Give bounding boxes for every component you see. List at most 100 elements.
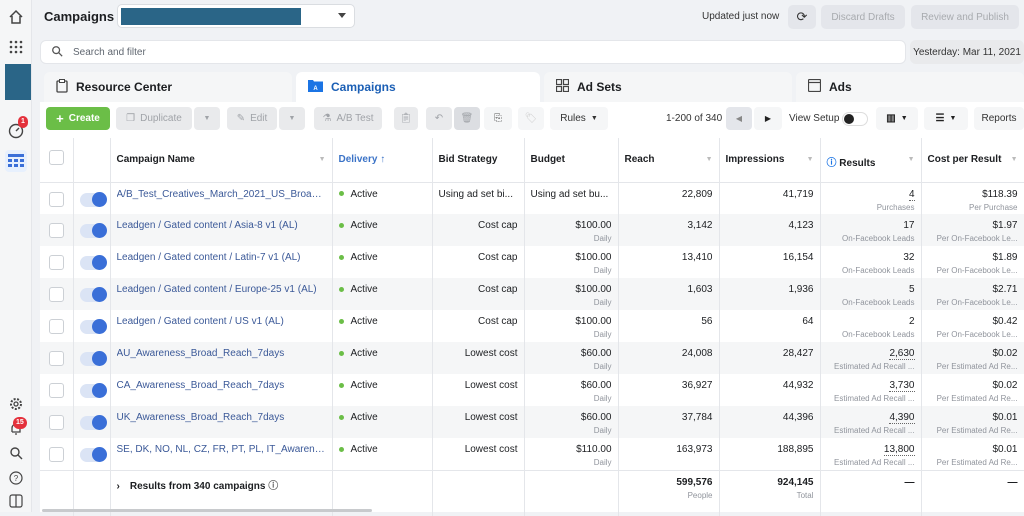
- row-toggle-cell[interactable]: [73, 214, 111, 246]
- tab-campaigns[interactable]: A Campaigns: [296, 72, 540, 102]
- tab-resource-center[interactable]: Resource Center: [44, 72, 292, 102]
- row-checkbox[interactable]: [48, 287, 64, 302]
- campaign-on-off-toggle[interactable]: [79, 415, 107, 430]
- row-select[interactable]: [40, 438, 74, 470]
- columns-button[interactable]: ▥ ▼: [876, 107, 918, 130]
- row-checkbox[interactable]: [48, 191, 64, 207]
- campaign-name-link[interactable]: Leadgen / Gated content / Latin-7 v1 (AL…: [117, 252, 326, 263]
- select-all[interactable]: [40, 138, 74, 183]
- select-all-checkbox[interactable]: [48, 150, 64, 165]
- campaign-name-link[interactable]: SE, DK, NO, NL, CZ, FR, PT, PL, IT_Aware…: [117, 444, 326, 455]
- row-select[interactable]: [40, 214, 74, 246]
- row-select[interactable]: [40, 342, 74, 374]
- campaign-name-link[interactable]: UK_Awareness_Broad_Reach_7days: [117, 412, 326, 423]
- total-reach-sub: People: [687, 490, 713, 500]
- campaign-on-off-toggle[interactable]: [79, 255, 107, 270]
- search-filter-bar[interactable]: Search and filter: [40, 40, 906, 64]
- col-reach[interactable]: Reach ▼: [618, 138, 720, 183]
- edit-button[interactable]: ✎ Edit: [227, 107, 277, 130]
- row-toggle-cell[interactable]: [73, 310, 111, 342]
- row-checkbox[interactable]: [48, 415, 64, 430]
- row-checkbox[interactable]: [48, 255, 64, 270]
- home-icon[interactable]: [5, 6, 27, 28]
- campaign-name-link[interactable]: Leadgen / Gated content / US v1 (AL): [117, 316, 326, 327]
- table-row: Leadgen / Gated content / Latin-7 v1 (AL…: [40, 246, 1024, 278]
- row-toggle-cell[interactable]: [73, 342, 111, 374]
- cost-per-result-type: Per On-Facebook Le...: [936, 266, 1018, 275]
- tab-ads[interactable]: Ads: [796, 72, 1024, 102]
- view-setup-toggle[interactable]: [842, 112, 868, 126]
- breakdown-button[interactable]: ☰ ▼: [924, 107, 968, 130]
- reports-button[interactable]: Reports: [974, 107, 1024, 130]
- row-checkbox[interactable]: [48, 447, 64, 462]
- campaign-name-link[interactable]: CA_Awareness_Broad_Reach_7days: [117, 380, 326, 391]
- row-select[interactable]: [40, 374, 74, 406]
- duplicate-dropdown[interactable]: ▼: [194, 107, 220, 130]
- row-select[interactable]: [40, 182, 74, 214]
- campaign-name-link[interactable]: AU_Awareness_Broad_Reach_7days: [117, 348, 326, 359]
- row-checkbox[interactable]: [48, 351, 64, 366]
- row-select[interactable]: [40, 246, 74, 278]
- campaigns-table-icon[interactable]: [5, 150, 27, 172]
- row-toggle-cell[interactable]: [73, 374, 111, 406]
- date-range-picker[interactable]: Yesterday: Mar 11, 2021: [910, 40, 1024, 64]
- campaign-on-off-toggle[interactable]: [79, 383, 107, 398]
- col-delivery[interactable]: Delivery ↑: [332, 138, 433, 183]
- row-toggle-cell[interactable]: [73, 246, 111, 278]
- edit-dropdown[interactable]: ▼: [279, 107, 305, 130]
- campaign-on-off-toggle[interactable]: [79, 223, 107, 238]
- panel-toggle-icon[interactable]: [5, 490, 27, 512]
- results-summary-label: Results from 340 campaigns: [129, 480, 266, 492]
- review-publish-button[interactable]: Review and Publish: [911, 5, 1019, 29]
- duplicate-button[interactable]: ❐ Duplicate: [116, 107, 192, 130]
- ab-test-button[interactable]: ⚗ A/B Test: [314, 107, 382, 130]
- budget-period: Daily: [593, 298, 612, 307]
- apps-grid-icon[interactable]: [5, 36, 27, 58]
- row-toggle-cell[interactable]: [73, 182, 111, 214]
- search-icon[interactable]: [5, 442, 27, 464]
- results-value: 4,390: [889, 412, 915, 424]
- col-results[interactable]: ⓘ Results ▼: [820, 138, 922, 183]
- row-toggle-cell[interactable]: [73, 438, 111, 470]
- create-button[interactable]: + Create: [46, 107, 110, 130]
- tab-ad-sets[interactable]: Ad Sets: [544, 72, 792, 102]
- account-selector[interactable]: [117, 4, 355, 28]
- row-checkbox[interactable]: [48, 383, 64, 398]
- next-page-button[interactable]: ▶: [754, 107, 782, 130]
- delete-button[interactable]: 🗑︎: [454, 107, 480, 130]
- account-avatar[interactable]: [5, 64, 31, 100]
- row-toggle-cell[interactable]: [73, 406, 111, 438]
- col-impressions[interactable]: Impressions ▼: [719, 138, 821, 183]
- preview-button[interactable]: ⎘: [484, 107, 512, 130]
- search-input[interactable]: Search and filter: [73, 47, 146, 58]
- campaign-on-off-toggle[interactable]: [79, 351, 107, 366]
- col-cost-per-result[interactable]: Cost per Result ▼: [921, 138, 1024, 183]
- col-budget[interactable]: Budget: [524, 138, 619, 183]
- tag-button[interactable]: 🏷︎: [518, 107, 544, 130]
- row-select[interactable]: [40, 310, 74, 342]
- prev-page-button[interactable]: ◀: [726, 107, 752, 130]
- campaign-on-off-toggle[interactable]: [79, 447, 107, 462]
- row-checkbox[interactable]: [48, 223, 64, 238]
- campaign-on-off-toggle[interactable]: [79, 319, 107, 334]
- settings-gear-icon[interactable]: [5, 393, 27, 415]
- col-campaign-name[interactable]: Campaign Name ▼: [110, 138, 333, 183]
- impressions-value: 44,932: [719, 374, 821, 406]
- rules-label: Rules: [560, 113, 586, 124]
- campaign-name-link[interactable]: A/B_Test_Creatives_March_2021_US_Broad_.…: [117, 189, 326, 200]
- discard-drafts-button[interactable]: Discard Drafts: [821, 5, 905, 29]
- campaign-on-off-toggle[interactable]: [79, 287, 107, 302]
- col-bid-strategy[interactable]: Bid Strategy: [432, 138, 525, 183]
- rules-button[interactable]: Rules ▼: [550, 107, 608, 130]
- help-icon[interactable]: ?: [5, 467, 27, 489]
- campaign-name-link[interactable]: Leadgen / Gated content / Europe-25 v1 (…: [117, 284, 326, 295]
- row-select[interactable]: [40, 406, 74, 438]
- row-select[interactable]: [40, 278, 74, 310]
- row-toggle-cell[interactable]: [73, 278, 111, 310]
- row-checkbox[interactable]: [48, 319, 64, 334]
- clipboard-button[interactable]: 📋︎: [394, 107, 418, 130]
- refresh-button[interactable]: ⟳: [788, 5, 816, 29]
- campaign-on-off-toggle[interactable]: [79, 191, 107, 207]
- undo-button[interactable]: ↶: [426, 107, 452, 130]
- campaign-name-link[interactable]: Leadgen / Gated content / Asia-8 v1 (AL): [117, 220, 326, 231]
